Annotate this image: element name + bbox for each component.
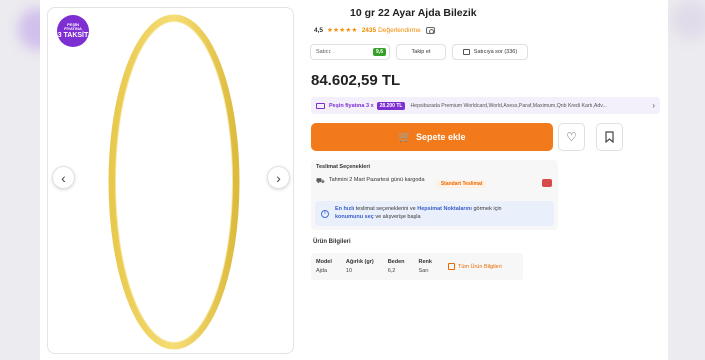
seller-box[interactable]: Satıcı: . 9,6: [310, 44, 390, 60]
features-box: Model Ajda Ağırlık (gr) 10 Beden 6,2 Ren…: [311, 253, 523, 280]
feature-model: Model Ajda: [316, 258, 332, 275]
badge-line-3: 3 TAKSİT: [57, 31, 89, 39]
follow-label: Takip et: [411, 49, 431, 55]
rating-score: 4,5: [314, 26, 324, 34]
info-select-location[interactable]: konumunu seç: [335, 214, 374, 220]
feature-key: Renk: [418, 259, 432, 266]
add-to-cart-label: Sepete ekle: [415, 132, 466, 142]
feature-size: Beden 6,2: [388, 258, 405, 275]
save-button[interactable]: [596, 123, 623, 151]
info-text-6: ve alışverişe başla: [373, 213, 421, 220]
ask-seller-button[interactable]: Satıcıya sor (336): [452, 44, 528, 60]
product-image[interactable]: [104, 12, 244, 352]
rating-stars: ★★★★★: [327, 27, 358, 34]
installment-amount: 28.200 TL: [376, 101, 406, 110]
product-page: PEŞİN FİYATINA 3 TAKSİT ‹ › 10 gr 22 Aya…: [40, 0, 668, 360]
feature-key: Model: [316, 259, 332, 266]
truck-icon: ⛟: [316, 178, 325, 185]
feature-value: 6,2: [387, 267, 396, 274]
info-text-2: teslimat seçeneklerini ve: [354, 205, 418, 212]
features-title: Ürün Bilgileri: [313, 239, 351, 245]
all-features-label: Tüm Ürün Bilgileri: [457, 263, 502, 270]
review-label[interactable]: Değerlendirme: [378, 27, 421, 34]
credit-card-icon: [316, 102, 325, 109]
ask-seller-label: Satıcıya sor (336): [473, 49, 518, 55]
chevron-right-icon: ›: [276, 169, 281, 186]
feature-value: Sarı: [418, 267, 429, 274]
delivery-estimate: Tahmini 2 Mart Pazartesi günü kargoda: [328, 177, 425, 183]
gift-icon: [542, 179, 552, 187]
delivery-row: ⛟ Tahmini 2 Mart Pazartesi günü kargoda …: [316, 177, 556, 188]
heart-icon: ♡: [566, 130, 577, 144]
rating-row: 4,5 ★★★★★ 2435 Değerlendirme: [314, 26, 435, 34]
favorite-button[interactable]: ♡: [558, 123, 585, 151]
seller-label: Satıcı: .: [316, 49, 335, 55]
delivery-title: Teslimat Seçenekleri: [316, 164, 371, 170]
installment-banks: Hepsiburada Premium Worldcard,World,Axes…: [410, 102, 607, 109]
feature-color: Renk Sarı: [419, 258, 432, 275]
box-icon: [447, 263, 455, 270]
delivery-options: Teslimat Seçenekleri ⛟ Tahmini 2 Mart Pa…: [311, 160, 558, 230]
chevron-left-icon: ‹: [61, 169, 66, 186]
add-to-cart-button[interactable]: 🛒 Sepete ekle: [311, 123, 553, 151]
review-count[interactable]: 2435: [362, 27, 376, 34]
info-text-4: görmek için: [471, 205, 502, 212]
installment-badge: PEŞİN FİYATINA 3 TAKSİT: [57, 15, 89, 47]
delivery-type-badge: Standart Teslimat: [436, 180, 487, 188]
info-fastest: En hızlı: [335, 205, 355, 212]
bookmark-icon: [605, 131, 614, 143]
message-icon: [462, 49, 470, 55]
product-price: 84.602,59 TL: [311, 72, 401, 89]
cart-icon: 🛒: [398, 131, 411, 143]
feature-value: 10: [345, 267, 353, 274]
product-title: 10 gr 22 Ayar Ajda Bilezik: [350, 7, 477, 19]
feature-key: Ağırlık (gr): [345, 259, 374, 266]
feature-weight: Ağırlık (gr) 10: [346, 258, 374, 275]
all-features-link[interactable]: Tüm Ürün Bilgileri: [447, 263, 502, 270]
gallery-next-button[interactable]: ›: [267, 166, 290, 189]
installment-label: Peşin fiyatına 3 x: [329, 102, 374, 109]
seller-score-badge: 9,6: [373, 48, 386, 56]
installment-banner[interactable]: Peşin fiyatına 3 x 28.200 TL Hepsiburada…: [311, 97, 660, 114]
location-info-box[interactable]: i En hızlı teslimat seçeneklerini ve Hep…: [315, 201, 554, 226]
info-hepsimat[interactable]: Hepsimat Noktalarını: [417, 206, 472, 212]
camera-icon[interactable]: [425, 26, 435, 34]
chevron-right-icon: ›: [652, 101, 655, 110]
product-gallery: PEŞİN FİYATINA 3 TAKSİT ‹ ›: [47, 7, 294, 354]
feature-value: Ajda: [316, 267, 328, 274]
info-icon: i: [321, 209, 329, 218]
location-info-text: En hızlı teslimat seçeneklerini ve Hepsi…: [335, 206, 502, 221]
gallery-prev-button[interactable]: ‹: [52, 166, 75, 189]
seller-row: Satıcı: . 9,6 Takip et Satıcıya sor (336…: [310, 44, 528, 60]
background-blob-right: [671, 0, 705, 40]
feature-key: Beden: [387, 259, 405, 266]
follow-button[interactable]: Takip et: [396, 44, 446, 60]
